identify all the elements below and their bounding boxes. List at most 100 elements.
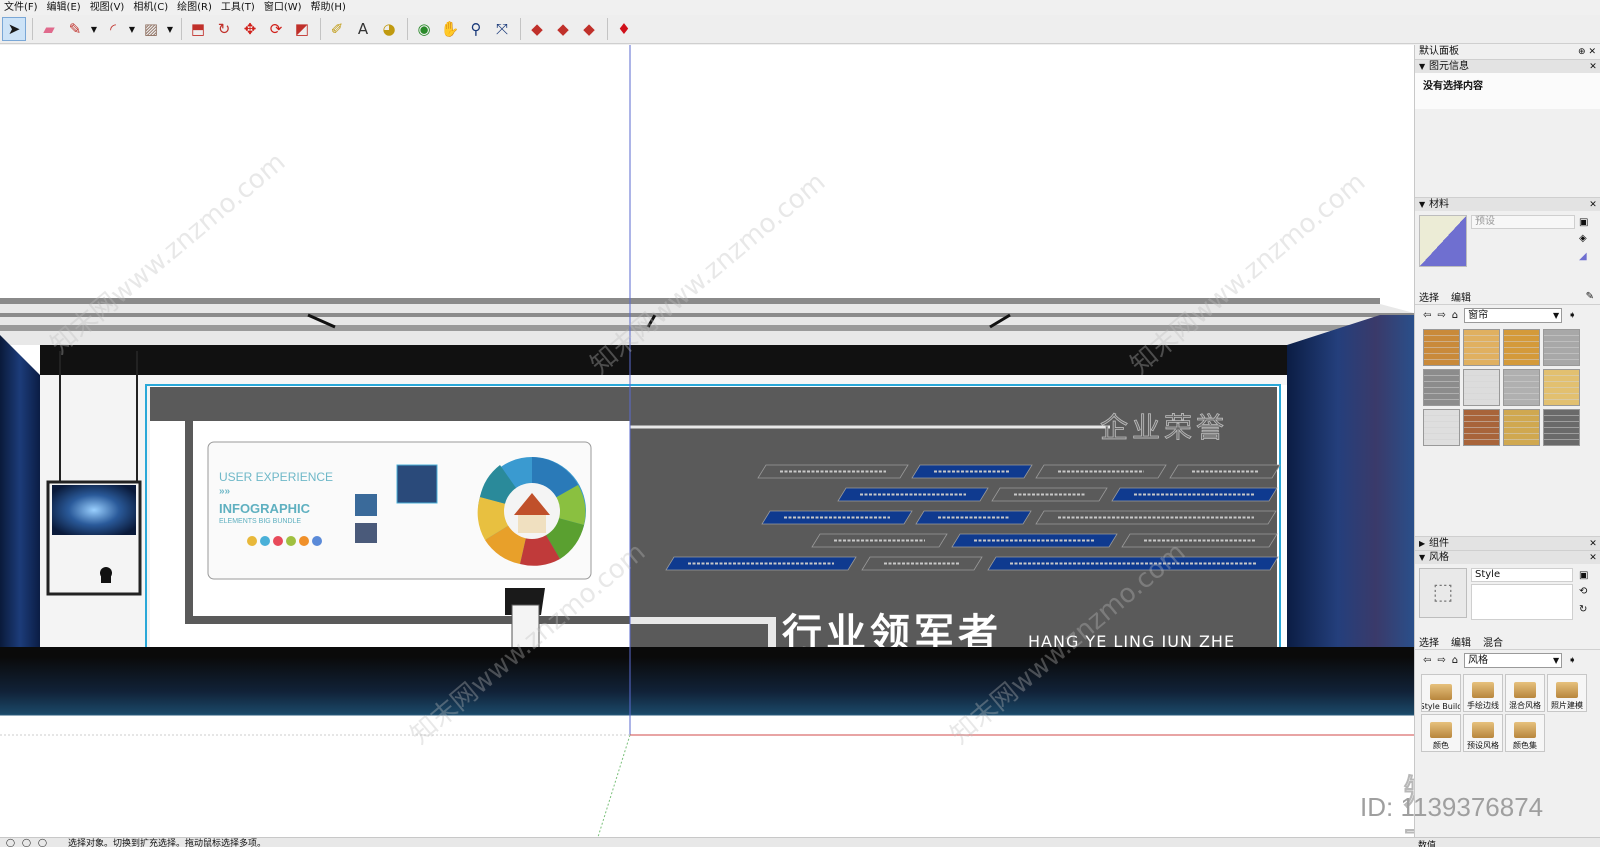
warehouse-tool-button[interactable]: ◆ xyxy=(525,17,549,41)
menu-edit[interactable]: 编辑(E) xyxy=(43,0,86,15)
default-material-icon[interactable]: ◢ xyxy=(1579,251,1587,262)
material-name-input[interactable]: 预设 xyxy=(1471,215,1575,229)
extension-icon: ◆ xyxy=(583,19,595,38)
material-swatch[interactable] xyxy=(1423,369,1460,406)
components-header[interactable]: ▶ 组件 ✕ xyxy=(1415,536,1600,550)
tab-styles-mix[interactable]: 混合 xyxy=(1483,634,1503,649)
credits-icon[interactable]: ◯ xyxy=(22,838,32,847)
menu-help[interactable]: 帮助(H) xyxy=(307,0,351,15)
move-icon: ✥ xyxy=(243,19,257,38)
green-axis xyxy=(597,734,631,837)
eraser-tool-button[interactable]: ▰ xyxy=(37,17,61,41)
style-description-input[interactable] xyxy=(1471,584,1573,620)
collapse-triangle-icon[interactable]: ▼ xyxy=(1419,60,1429,74)
style-folder[interactable]: 颜色集 xyxy=(1505,714,1545,752)
tape-tool-button[interactable]: ✐ xyxy=(325,17,349,41)
styles-header[interactable]: ▼ 风格 ✕ xyxy=(1415,550,1600,564)
zoom-extents-icon: ⤧ xyxy=(495,19,508,38)
tray-controls[interactable]: ⊕ ✕ xyxy=(1578,45,1600,59)
rectangle-tool-button[interactable]: ▨ xyxy=(139,17,163,41)
style-folder[interactable]: 手绘边线 xyxy=(1463,674,1503,712)
menu-window[interactable]: 窗口(W) xyxy=(260,0,307,15)
scale-tool-button[interactable]: ◩ xyxy=(290,17,314,41)
rotate-tool-button[interactable]: ⟳ xyxy=(264,17,288,41)
paint-tool-button[interactable]: ◕ xyxy=(377,17,401,41)
forward-arrow-icon[interactable]: ⇨ xyxy=(1437,310,1445,321)
style-folder[interactable]: 照片建模 xyxy=(1547,674,1587,712)
material-collection-select[interactable]: 窗帘 ▼ xyxy=(1464,307,1563,323)
move-tool-button[interactable]: ✥ xyxy=(238,17,262,41)
push-pull-tool-button[interactable]: ⬒ xyxy=(186,17,210,41)
style-folder[interactable]: 混合风格 xyxy=(1505,674,1545,712)
close-icon[interactable]: ✕ xyxy=(1586,60,1600,74)
home-icon[interactable]: ⌂ xyxy=(1452,655,1458,666)
scene-canvas[interactable]: USER EXPERIENCE »» INFOGRAPHIC ELEMENTS … xyxy=(0,45,1414,837)
material-swatch[interactable] xyxy=(1423,409,1460,446)
collapse-triangle-icon[interactable]: ▼ xyxy=(1419,551,1429,565)
create-material-icon[interactable]: ▣ xyxy=(1579,217,1588,228)
orbit-tool-button[interactable]: ◉ xyxy=(412,17,436,41)
details-arrow-icon[interactable]: ➧ xyxy=(1568,310,1576,321)
geo-location-icon[interactable]: ◯ xyxy=(6,838,16,847)
dropdown-arrow-icon[interactable]: ▼ xyxy=(89,25,99,34)
material-swatch[interactable] xyxy=(1463,369,1500,406)
tab-styles-select[interactable]: 选择 xyxy=(1419,634,1439,649)
pencil-tool-button[interactable]: ✎ xyxy=(63,17,87,41)
material-swatch[interactable] xyxy=(1503,369,1540,406)
tab-materials-edit[interactable]: 编辑 xyxy=(1451,289,1471,304)
extension-tool-button[interactable]: ◆ xyxy=(577,17,601,41)
update-style-icon[interactable]: ⟲ xyxy=(1579,586,1587,597)
create-style-icon[interactable]: ▣ xyxy=(1579,570,1588,581)
menu-view[interactable]: 视图(V) xyxy=(86,0,130,15)
ruby-tool-button[interactable]: ♦ xyxy=(612,17,636,41)
eyedropper-icon[interactable]: ✎ xyxy=(1586,291,1600,302)
follow-me-tool-button[interactable]: ↻ xyxy=(212,17,236,41)
arc-tool-button[interactable]: ◜ xyxy=(101,17,125,41)
close-icon[interactable]: ✕ xyxy=(1586,537,1600,551)
style-name-input[interactable]: Style xyxy=(1471,568,1573,582)
default-tray: 默认面板 ⊕ ✕ ▼ 图元信息 ✕ 没有选择内容 ▼ 材料 ✕ 预设 ▣ ◈ ◢… xyxy=(1414,45,1600,837)
back-arrow-icon[interactable]: ⇦ xyxy=(1423,655,1431,666)
material-swatch[interactable] xyxy=(1543,369,1580,406)
menu-file[interactable]: 文件(F) xyxy=(0,0,43,15)
material-swatch[interactable] xyxy=(1543,409,1580,446)
material-swatch[interactable] xyxy=(1463,409,1500,446)
back-arrow-icon[interactable]: ⇦ xyxy=(1423,310,1431,321)
refresh-style-icon[interactable]: ↻ xyxy=(1579,604,1587,615)
select-tool-button[interactable]: ➤ xyxy=(2,17,26,41)
menu-camera[interactable]: 相机(C) xyxy=(129,0,173,15)
style-collection-select[interactable]: 风格 ▼ xyxy=(1464,652,1563,668)
close-icon[interactable]: ✕ xyxy=(1586,198,1600,212)
material-swatch[interactable] xyxy=(1463,329,1500,366)
menu-draw[interactable]: 绘图(R) xyxy=(173,0,217,15)
style-folder[interactable]: Style Build xyxy=(1421,674,1461,712)
material-swatch[interactable] xyxy=(1503,329,1540,366)
style-folder[interactable]: 颜色 xyxy=(1421,714,1461,752)
share-tool-button[interactable]: ◆ xyxy=(551,17,575,41)
close-icon[interactable]: ✕ xyxy=(1586,551,1600,565)
material-swatch[interactable] xyxy=(1543,329,1580,366)
zoom-tool-button[interactable]: ⚲ xyxy=(464,17,488,41)
expand-triangle-icon[interactable]: ▶ xyxy=(1419,537,1429,551)
user-icon[interactable]: ◯ xyxy=(38,838,48,847)
pan-tool-button[interactable]: ✋ xyxy=(438,17,462,41)
dropdown-arrow-icon[interactable]: ▼ xyxy=(127,25,137,34)
tab-styles-edit[interactable]: 编辑 xyxy=(1451,634,1471,649)
tab-materials-select[interactable]: 选择 xyxy=(1419,289,1439,304)
material-swatch[interactable] xyxy=(1503,409,1540,446)
modeling-viewport[interactable]: USER EXPERIENCE »» INFOGRAPHIC ELEMENTS … xyxy=(0,45,1414,837)
collapse-triangle-icon[interactable]: ▼ xyxy=(1419,198,1429,212)
details-arrow-icon[interactable]: ➧ xyxy=(1568,655,1576,666)
materials-header[interactable]: ▼ 材料 ✕ xyxy=(1415,197,1600,211)
forward-arrow-icon[interactable]: ⇨ xyxy=(1437,655,1445,666)
menu-tools[interactable]: 工具(T) xyxy=(217,0,260,15)
material-swatch[interactable] xyxy=(1423,329,1460,366)
dropdown-arrow-icon[interactable]: ▼ xyxy=(165,25,175,34)
home-icon[interactable]: ⌂ xyxy=(1452,310,1458,321)
style-folder[interactable]: 预设风格 xyxy=(1463,714,1503,752)
material-stack-icon[interactable]: ◈ xyxy=(1579,233,1587,244)
entity-info-header[interactable]: ▼ 图元信息 ✕ xyxy=(1415,59,1600,73)
scale-icon: ◩ xyxy=(294,19,310,38)
text-tool-button[interactable]: A xyxy=(351,17,375,41)
zoom-extents-tool-button[interactable]: ⤧ xyxy=(490,17,514,41)
